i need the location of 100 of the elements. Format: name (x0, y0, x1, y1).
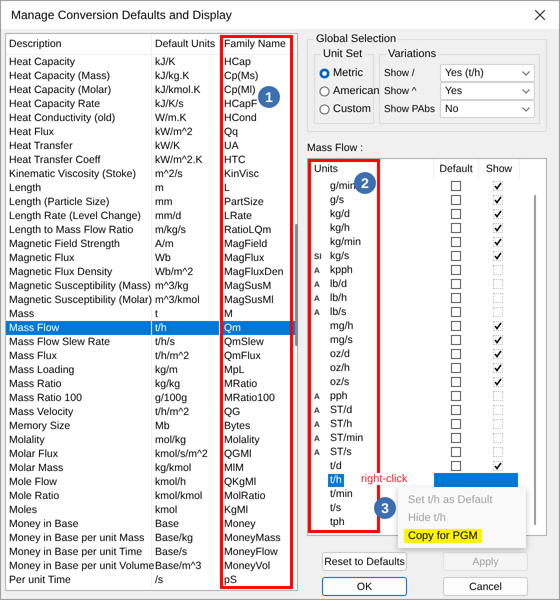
unit-item[interactable]: lb/h (328, 292, 349, 304)
family-row[interactable]: Mass Velocity t/h/m^2 QG (6, 405, 297, 419)
unit-item[interactable]: oz/s (328, 376, 352, 388)
family-row[interactable]: Mass Ratio kg/kg MRatio (6, 377, 297, 391)
column-header[interactable]: Description (6, 34, 152, 54)
unit-item[interactable]: t/h (328, 474, 344, 486)
unit-item[interactable]: pph (328, 390, 350, 402)
family-row[interactable]: Money in Base per unit Time Base/s MoneyFlow (6, 545, 297, 559)
column-header[interactable]: Default Units (152, 34, 220, 54)
show-checkbox[interactable] (493, 223, 503, 233)
show-checkbox[interactable] (493, 405, 503, 415)
scrollbar-thumb[interactable] (295, 224, 298, 346)
family-row[interactable]: Heat Transfer Coeff kW/m^2.K HTC (6, 153, 297, 167)
default-checkbox[interactable] (451, 419, 461, 429)
show-checkbox[interactable] (493, 391, 503, 401)
default-checkbox[interactable] (451, 433, 461, 443)
default-checkbox[interactable] (451, 349, 461, 359)
unit-item[interactable]: ST/d (328, 404, 354, 416)
close-icon[interactable] (535, 10, 545, 20)
unit-item[interactable]: ST/min (328, 432, 366, 444)
unit-item[interactable]: lb/d (328, 278, 349, 290)
default-checkbox[interactable] (451, 209, 461, 219)
unit-item[interactable]: ST/h (328, 418, 354, 430)
show-checkbox[interactable] (493, 195, 503, 205)
default-checkbox[interactable] (451, 251, 461, 261)
unit-item[interactable]: kg/s (328, 250, 352, 262)
show-checkbox[interactable] (493, 209, 503, 219)
family-row[interactable]: Molality mol/kg Molality (6, 433, 297, 447)
family-row[interactable]: Mole Ratio kmol/kmol MolRatio (6, 489, 297, 503)
unit-item[interactable]: oz/h (328, 362, 352, 374)
show-checkbox[interactable] (493, 251, 503, 261)
unit-item[interactable]: ST/s (328, 446, 354, 458)
dialog-button[interactable]: Reset to Defaults (322, 552, 407, 571)
default-checkbox[interactable] (451, 181, 461, 191)
default-checkbox[interactable] (451, 461, 461, 471)
radio-button[interactable] (319, 86, 330, 96)
dialog-button[interactable]: OK (322, 577, 407, 596)
column-header[interactable]: Show (479, 159, 520, 179)
show-checkbox[interactable] (493, 461, 503, 471)
radio-label[interactable]: Metric (333, 67, 363, 79)
family-row[interactable]: Per unit Time /s pS (6, 573, 297, 587)
column-header[interactable]: Units (312, 160, 340, 178)
show-checkbox[interactable] (493, 237, 503, 247)
unit-item[interactable]: mg/s (328, 334, 355, 346)
default-checkbox[interactable] (451, 391, 461, 401)
default-checkbox[interactable] (451, 265, 461, 275)
family-row[interactable]: Mole Flow kmol/h QKgMl (6, 475, 297, 489)
show-checkbox[interactable] (493, 181, 503, 191)
family-row[interactable]: Heat Capacity kJ/K HCap (6, 55, 297, 69)
family-row[interactable]: Heat Transfer kW/K UA (6, 139, 297, 153)
column-header[interactable]: Default (434, 159, 479, 179)
unit-item[interactable]: tph (328, 516, 347, 528)
family-row[interactable]: Magnetic Susceptibility (Molar) m^3/kmol MagSusMl (6, 293, 297, 307)
show-checkbox[interactable] (493, 335, 503, 345)
family-row[interactable]: Magnetic Flux Density Wb/m^2 MagFluxDen (6, 265, 297, 279)
unit-item[interactable]: kg/d (328, 208, 352, 220)
dropdown[interactable]: No (440, 100, 535, 118)
family-row[interactable]: Mass Ratio 100 g/100g MRatio100 (6, 391, 297, 405)
dialog-button[interactable]: Cancel (443, 577, 528, 596)
unit-item[interactable]: mg/h (328, 320, 356, 332)
family-row[interactable]: Mass Flux t/h/m^2 QmFlux (6, 349, 297, 363)
unit-item[interactable]: t/d (328, 460, 344, 472)
family-row[interactable]: Molar Mass kg/kmol MlM (6, 461, 297, 475)
dropdown[interactable]: Yes (t/h) (440, 64, 535, 82)
column-header[interactable]: Family Name (220, 34, 292, 54)
family-row[interactable]: Kinematic Viscosity (Stoke) m^2/s KinVisc (6, 167, 297, 181)
default-checkbox[interactable] (451, 405, 461, 415)
family-row[interactable]: Mass Loading kg/m MpL (6, 363, 297, 377)
family-row[interactable]: Heat Conductivity (old) W/m.K HCond (6, 111, 297, 125)
unit-item[interactable]: kg/min (328, 236, 363, 248)
default-checkbox[interactable] (451, 363, 461, 373)
family-row[interactable]: Mass Flow Slew Rate t/h/s QmSlew (6, 335, 297, 349)
show-checkbox[interactable] (493, 321, 503, 331)
unit-item[interactable]: kg/h (328, 222, 352, 234)
unit-item[interactable]: lb/s (328, 306, 348, 318)
family-row[interactable]: Moles kmol KgMl (6, 503, 297, 517)
show-checkbox[interactable] (493, 265, 503, 275)
show-checkbox[interactable] (493, 419, 503, 429)
family-row[interactable]: Magnetic Susceptibility (Mass) m^3/kg MagSusM (6, 279, 297, 293)
family-row[interactable]: Mass Flow t/h Qm (6, 321, 297, 335)
default-checkbox[interactable] (451, 377, 461, 387)
radio-label[interactable]: American (333, 85, 380, 97)
dropdown[interactable]: Yes (440, 82, 535, 100)
default-checkbox[interactable] (451, 447, 461, 457)
family-row[interactable]: Memory Size Mb Bytes (6, 419, 297, 433)
show-checkbox[interactable] (493, 307, 503, 317)
show-checkbox[interactable] (493, 293, 503, 303)
unit-item[interactable]: t/s (328, 502, 344, 514)
family-row[interactable]: Heat Flux kW/m^2 Qq (6, 125, 297, 139)
unit-item[interactable]: g/s (328, 194, 346, 206)
family-row[interactable]: Length Rate (Level Change) mm/d LRate (6, 209, 297, 223)
default-checkbox[interactable] (451, 335, 461, 345)
default-checkbox[interactable] (451, 223, 461, 233)
show-checkbox[interactable] (493, 349, 503, 359)
default-checkbox[interactable] (451, 307, 461, 317)
family-row[interactable]: Length (Particle Size) mm PartSize (6, 195, 297, 209)
unit-item[interactable]: kpph (328, 264, 355, 276)
family-row[interactable]: Magnetic Field Strength A/m MagField (6, 237, 297, 251)
family-row[interactable]: Money in Base Base Money (6, 517, 297, 531)
radio-button[interactable] (319, 104, 330, 114)
